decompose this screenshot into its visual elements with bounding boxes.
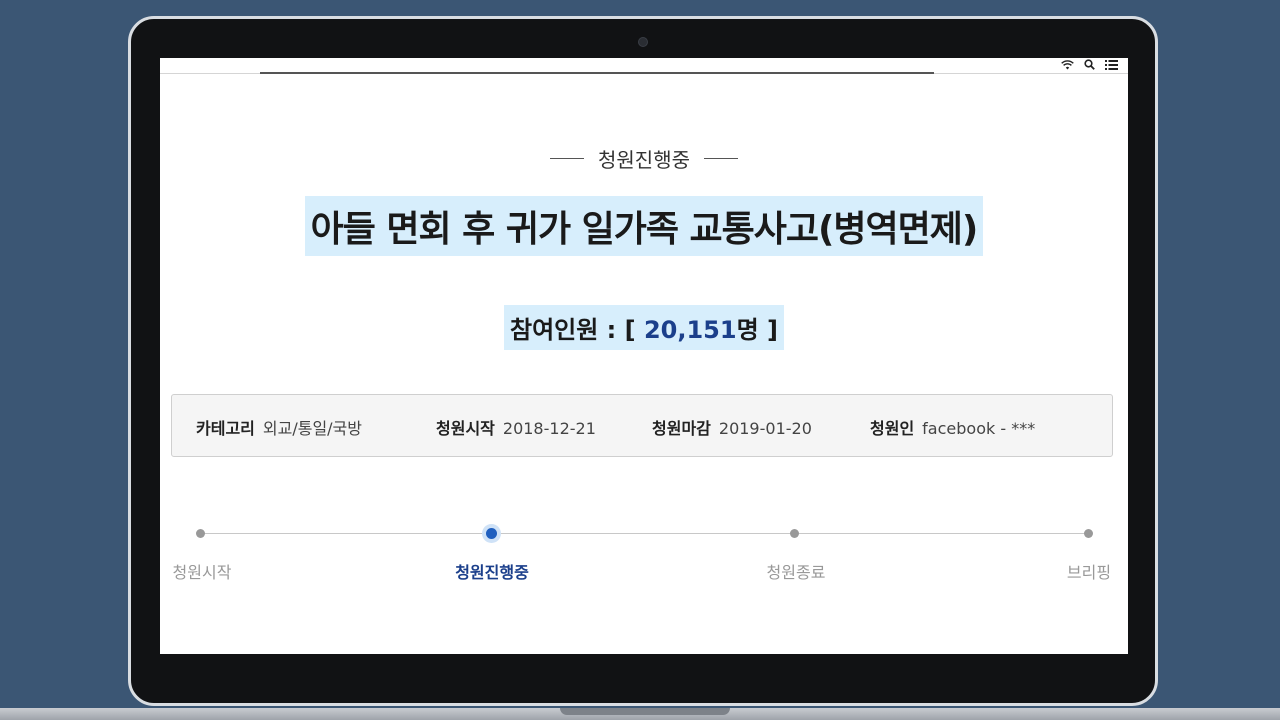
step-label-briefing: 브리핑 [1066,563,1112,582]
info-start-value: 2018-12-21 [502,419,596,438]
petition-status-text: 청원진행중 [598,148,690,172]
status-icons [1060,59,1118,73]
participants-label: 참여인원 : [ [510,316,644,344]
webcam-icon [638,37,648,47]
heading-dash-left [550,158,584,159]
step-label-ended: 청원종료 [766,563,826,582]
petition-title-wrap: 아들 면회 후 귀가 일가족 교통사고(병역면제) [160,196,1128,256]
status-bar [160,58,1128,74]
info-category-value: 외교/통일/국방 [262,419,362,438]
info-start: 청원시작 2018-12-21 [436,415,596,439]
info-end-key: 청원마감 [652,419,711,438]
browser-screen: 청원진행중 아들 면회 후 귀가 일가족 교통사고(병역면제) 참여인원 : [… [160,58,1128,654]
info-category-key: 카테고리 [196,419,255,438]
petition-info-box: 카테고리 외교/통일/국방 청원시작 2018-12-21 청원마감 2019-01-… [171,394,1113,457]
menu-icon[interactable] [1104,59,1118,73]
laptop-base-notch [560,708,730,715]
wifi-icon [1060,59,1074,73]
step-dot-briefing [1084,529,1093,538]
participants-unit: 명 ] [736,316,778,344]
participants-wrap: 참여인원 : [ 20,151명 ] [160,305,1128,350]
petition-title: 아들 면회 후 귀가 일가족 교통사고(병역면제) [304,196,984,256]
info-end: 청원마감 2019-01-20 [652,415,812,439]
step-dot-ended [790,529,799,538]
petition-status-heading: 청원진행중 [160,144,1128,173]
info-author-value: facebook - *** [922,419,1036,438]
participants-count: 참여인원 : [ 20,151명 ] [504,305,784,350]
status-divider [260,72,934,74]
step-label-in-progress: 청원진행중 [455,563,529,582]
progress-track [200,533,1090,534]
info-author-key: 청원인 [870,419,915,438]
info-author: 청원인 facebook - *** [870,415,1035,439]
participants-number: 20,151 [643,316,737,344]
step-dot-in-progress [486,528,497,539]
info-end-value: 2019-01-20 [718,419,812,438]
step-label-start: 청원시작 [172,563,232,582]
step-dot-start [196,529,205,538]
info-category: 카테고리 외교/통일/국방 [196,415,362,439]
heading-dash-right [704,158,738,159]
search-icon[interactable] [1082,59,1096,73]
info-start-key: 청원시작 [436,419,495,438]
